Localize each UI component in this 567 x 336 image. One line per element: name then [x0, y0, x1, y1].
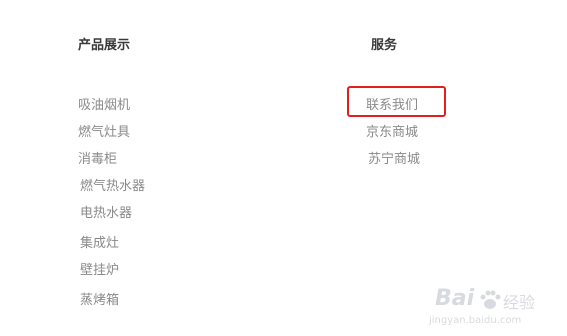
product-link-electric-water-heater[interactable]: 电热水器	[80, 206, 132, 222]
products-title: 产品展示	[78, 38, 131, 53]
product-link-integrated-stove[interactable]: 集成灶	[80, 236, 119, 252]
service-title: 服务	[371, 38, 398, 53]
baidu-jingyan-watermark: Bai 经验 jingyan.baidu.com	[427, 286, 545, 330]
product-link-steam-oven[interactable]: 蒸烤箱	[80, 293, 119, 309]
product-link-range-hood[interactable]: 吸油烟机	[78, 98, 130, 114]
product-link-disinfection-cabinet[interactable]: 消毒柜	[78, 152, 117, 168]
service-link-suning-mall[interactable]: 苏宁商城	[368, 152, 420, 168]
paw-icon	[480, 290, 501, 309]
service-link-jd-mall[interactable]: 京东商城	[366, 125, 418, 141]
watermark-brand-tail: 经验	[503, 293, 536, 312]
product-link-gas-stove[interactable]: 燃气灶具	[78, 125, 130, 141]
product-link-wall-boiler[interactable]: 壁挂炉	[80, 263, 119, 279]
watermark-brand: Bai	[435, 286, 475, 311]
watermark-url: jingyan.baidu.com	[429, 315, 522, 326]
product-link-gas-water-heater[interactable]: 燃气热水器	[80, 179, 145, 195]
service-link-contact-us[interactable]: 联系我们	[366, 98, 418, 114]
